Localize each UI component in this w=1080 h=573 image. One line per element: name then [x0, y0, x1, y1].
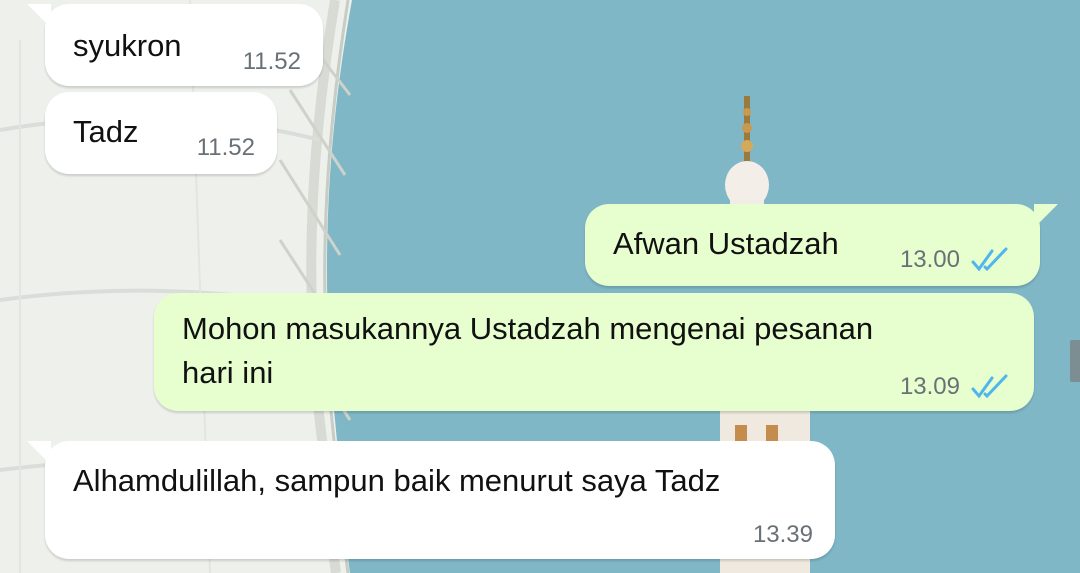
- message-timestamp-row: 13.39: [753, 521, 813, 549]
- message-text: Alhamdulillah, sampun baik menurut saya …: [73, 463, 721, 498]
- message-bubble-outgoing[interactable]: Mohon masukannya Ustadzah mengenai pesan…: [154, 293, 1034, 411]
- message-text: syukron: [73, 28, 182, 63]
- message-timestamp: 11.52: [196, 134, 255, 161]
- message-bubble-incoming[interactable]: Alhamdulillah, sampun baik menurut saya …: [27, 441, 835, 559]
- message-timestamp-row: 13.09: [900, 373, 1012, 401]
- message-timestamp-row: 11.52: [243, 48, 301, 76]
- bubble-tail: [27, 4, 51, 28]
- message-text: Tadz: [73, 114, 139, 149]
- message-timestamp: 13.00: [899, 246, 960, 273]
- message-timestamp-row: 13.00: [900, 246, 1012, 274]
- double-check-icon: [971, 374, 1008, 399]
- message-bubble-outgoing[interactable]: Afwan Ustadzah 13.00: [585, 204, 1058, 286]
- message-text-line-2: hari ini: [182, 355, 274, 390]
- message-text: Afwan Ustadzah: [613, 226, 839, 261]
- message-timestamp-row: 11.52: [197, 134, 255, 162]
- bubble-tail: [27, 441, 51, 465]
- bubble-tail: [1034, 204, 1058, 228]
- scroll-handle[interactable]: [1070, 340, 1080, 382]
- message-bubble-incoming[interactable]: syukron 11.52: [27, 4, 323, 86]
- message-bubble-incoming[interactable]: Tadz 11.52: [45, 92, 277, 174]
- message-timestamp: 11.52: [242, 48, 301, 75]
- message-timestamp: 13.09: [899, 373, 960, 400]
- double-check-icon: [971, 247, 1008, 272]
- message-timestamp: 13.39: [752, 521, 813, 548]
- message-text-line-1: Mohon masukannya Ustadzah mengenai pesan…: [182, 311, 874, 346]
